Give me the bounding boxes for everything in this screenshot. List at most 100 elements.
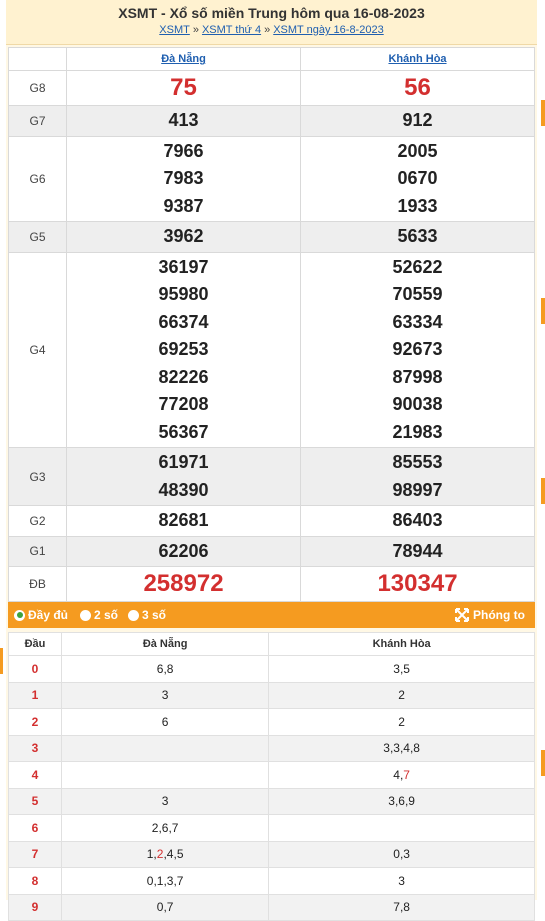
prize-label: G8 (8, 70, 67, 106)
option-three-digits[interactable]: 3 số (128, 608, 166, 622)
prize-row: G5 3962 5633 (8, 221, 535, 253)
options-bar: Đầy đủ 2 số 3 số Phóng to (8, 602, 535, 628)
prize-numbers: 86403 (300, 505, 535, 537)
option-two-digits[interactable]: 2 số (80, 608, 118, 622)
side-tab (541, 298, 545, 324)
head-stats-table: Đầu Đà Nẵng Khánh Hòa 0 6,8 3,5 1 3 2 2 6 2 3 3,3,… (8, 632, 535, 921)
option-full-label: Đầy đủ (28, 608, 69, 622)
prize-label: G4 (8, 251, 67, 448)
prize-numbers: 5633 (300, 221, 535, 253)
lottery-number: 2005 (397, 140, 438, 161)
stats-tails: 6,8 (60, 655, 270, 683)
stats-tails: 3 (268, 867, 535, 895)
tail-digit: 2 (156, 847, 164, 862)
prize-label: G7 (8, 105, 67, 137)
lottery-number: 87998 (392, 366, 443, 387)
province-link-da-nang[interactable]: Đà Nẵng (66, 47, 301, 71)
breadcrumb-xsmt[interactable]: XSMT (159, 24, 190, 36)
side-tab (0, 648, 3, 674)
breadcrumb-xsmt-date[interactable]: XSMT ngày 16-8-2023 (273, 24, 383, 36)
side-tab (541, 478, 545, 504)
stats-head: 8 (8, 867, 62, 895)
stats-tails (60, 734, 270, 762)
side-tab (541, 750, 545, 776)
lottery-number: 3962 (163, 226, 204, 246)
lottery-number: 7983 (163, 168, 204, 188)
side-tab (541, 100, 545, 126)
lottery-number: 413 (168, 110, 199, 130)
prize-numbers: 85553 98997 (300, 447, 535, 506)
stats-tails: 7,8 (268, 893, 535, 921)
breadcrumb-separator: » (264, 24, 271, 36)
lottery-number: 1933 (397, 195, 438, 216)
lottery-number: 56367 (158, 421, 209, 442)
stats-tails: 2 (268, 681, 535, 709)
lottery-number: 63334 (392, 311, 443, 332)
lottery-number: 66374 (158, 311, 209, 332)
lottery-number: 52622 (392, 256, 443, 277)
prize-numbers: 2005 0670 1933 (300, 135, 535, 222)
stats-row: 6 2,6,7 (8, 814, 535, 842)
option-full[interactable]: Đầy đủ (14, 608, 68, 622)
prize-label: ĐB (8, 566, 67, 602)
prize-numbers: 52622 70559 63334 92673 87998 90038 21983 (300, 251, 535, 448)
stats-col-da-nang: Đà Nẵng (60, 632, 270, 656)
stats-row: 3 3,3,4,8 (8, 734, 535, 762)
prize-numbers: 75 (66, 70, 301, 106)
lottery-number: 70559 (392, 284, 443, 304)
prize-label: G3 (8, 447, 67, 506)
results-table: Đà Nẵng Khánh Hòa G8 75 56 G7 413 912 G6 7966 79… (8, 47, 535, 602)
expand-icon (455, 608, 470, 622)
lottery-number: 98997 (392, 479, 443, 500)
radio-checked-icon (14, 609, 25, 621)
lottery-number: 78944 (392, 540, 443, 561)
lottery-number: 77208 (158, 394, 209, 414)
prize-numbers: 62206 (66, 535, 301, 567)
lottery-number: 7966 (163, 140, 204, 161)
option-three-label: 3 số (142, 608, 167, 622)
zoom-label: Phóng to (473, 608, 525, 622)
breadcrumb-xsmt-weekday[interactable]: XSMT thứ 4 (202, 24, 261, 36)
stats-tails: 6 (60, 708, 270, 736)
prize-numbers: 82681 (66, 505, 301, 537)
stats-row: 0 6,8 3,5 (8, 655, 535, 683)
stats-head: 5 (8, 787, 62, 815)
prize-label: G2 (8, 505, 67, 537)
stats-tails: 3,5 (268, 655, 535, 683)
page-title: XSMT - Xổ số miền Trung hôm qua 16-08-20… (118, 5, 425, 21)
stats-head: 9 (8, 893, 62, 921)
prize-numbers: 130347 (300, 566, 535, 602)
prize-numbers: 258972 (66, 566, 301, 602)
prize-numbers: 36197 95980 66374 69253 82226 77208 56367 (66, 251, 301, 448)
stats-row: 4 4,7 (8, 761, 535, 789)
prize-row: G2 82681 86403 (8, 505, 535, 537)
lottery-number: 62206 (158, 540, 209, 561)
lottery-number: 36197 (158, 256, 209, 277)
option-two-label: 2 số (94, 608, 119, 622)
lottery-number: 95980 (158, 284, 209, 304)
prize-row: G1 62206 78944 (8, 535, 535, 567)
prize-row: G3 61971 48390 85553 98997 (8, 447, 535, 506)
lottery-number: 69253 (158, 339, 209, 359)
stats-head: 1 (8, 681, 62, 709)
stats-head: 2 (8, 708, 62, 736)
stats-row: 7 1,2,4,5 0,3 (8, 840, 535, 868)
province-link-khanh-hoa[interactable]: Khánh Hòa (300, 47, 535, 71)
zoom-button[interactable]: Phóng to (455, 608, 525, 622)
lottery-number: 56 (404, 74, 431, 101)
stats-row: 8 0,1,3,7 3 (8, 867, 535, 895)
prize-numbers: 413 (66, 105, 301, 137)
results-panel: XSMT - Xổ số miền Trung hôm qua 16-08-20… (6, 0, 537, 921)
lottery-number: 82681 (158, 510, 209, 530)
stats-tails: 1,2,4,5 (60, 840, 270, 868)
results-corner (8, 47, 67, 71)
stats-tails (60, 761, 270, 789)
prize-row: G8 75 56 (8, 70, 535, 106)
lottery-number: 258972 (143, 570, 224, 597)
lottery-number: 61971 (158, 452, 209, 472)
prize-row: ĐB 258972 130347 (8, 566, 535, 602)
breadcrumb: XSMT» XSMT thứ 4» XSMT ngày 16-8-2023 (6, 24, 537, 36)
header: XSMT - Xổ số miền Trung hôm qua 16-08-20… (6, 0, 537, 45)
stats-row: 132 (8, 681, 535, 709)
lottery-number: 5633 (397, 226, 438, 246)
